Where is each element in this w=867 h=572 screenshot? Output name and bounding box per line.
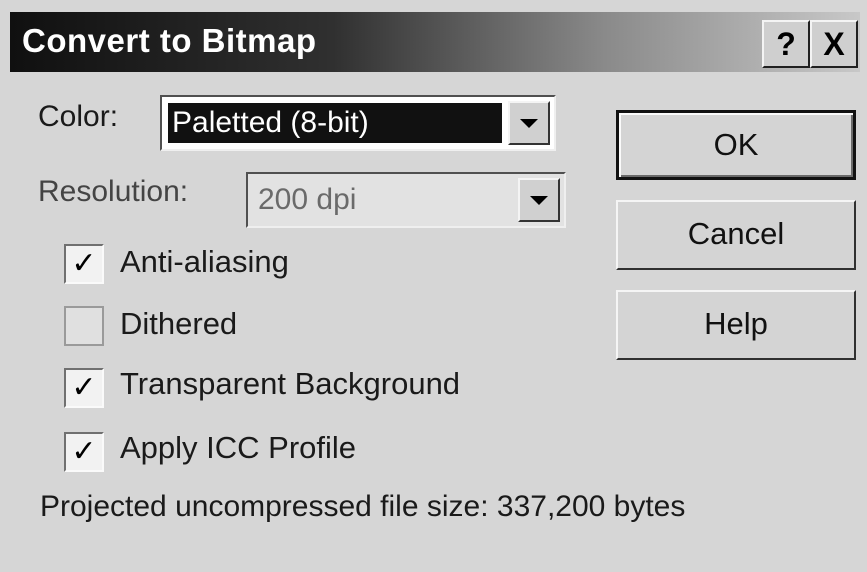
resolution-select[interactable]: 200 dpi — [246, 172, 566, 228]
checkmark-icon: ✓ — [71, 247, 97, 280]
apply-icc-profile-label[interactable]: Apply ICC Profile — [120, 430, 356, 466]
chevron-down-icon — [530, 196, 548, 205]
resolution-label: Resolution: — [38, 175, 189, 208]
checkmark-icon: ✓ — [71, 371, 97, 404]
context-help-button[interactable]: ? — [762, 20, 810, 68]
anti-aliasing-checkbox[interactable]: ✓ — [64, 244, 104, 284]
file-size-status: Projected uncompressed file size: 337,20… — [40, 490, 686, 523]
checkmark-icon: ✓ — [71, 435, 97, 468]
color-select-value: Paletted (8-bit) — [168, 103, 502, 143]
ok-button[interactable]: OK — [616, 110, 856, 180]
transparent-background-checkbox[interactable]: ✓ — [64, 368, 104, 408]
dialog-title: Convert to Bitmap — [22, 22, 317, 59]
apply-icc-profile-checkbox[interactable]: ✓ — [64, 432, 104, 472]
dithered-label[interactable]: Dithered — [120, 306, 237, 342]
anti-aliasing-label[interactable]: Anti-aliasing — [120, 244, 289, 280]
resolution-select-value: 200 dpi — [258, 183, 357, 216]
transparent-background-label[interactable]: Transparent Background — [120, 366, 460, 402]
color-dropdown-button[interactable] — [508, 101, 550, 145]
chevron-down-icon — [520, 119, 538, 128]
convert-to-bitmap-dialog: Convert to Bitmap ? X Color: Paletted (8… — [0, 0, 867, 572]
color-label: Color: — [38, 100, 119, 133]
dithered-checkbox[interactable] — [64, 306, 104, 346]
color-select[interactable]: Paletted (8-bit) — [160, 95, 556, 151]
resolution-dropdown-button[interactable] — [518, 178, 560, 222]
close-button[interactable]: X — [810, 20, 858, 68]
title-bar[interactable]: Convert to Bitmap ? X — [10, 12, 860, 72]
cancel-button[interactable]: Cancel — [616, 200, 856, 270]
help-button[interactable]: Help — [616, 290, 856, 360]
